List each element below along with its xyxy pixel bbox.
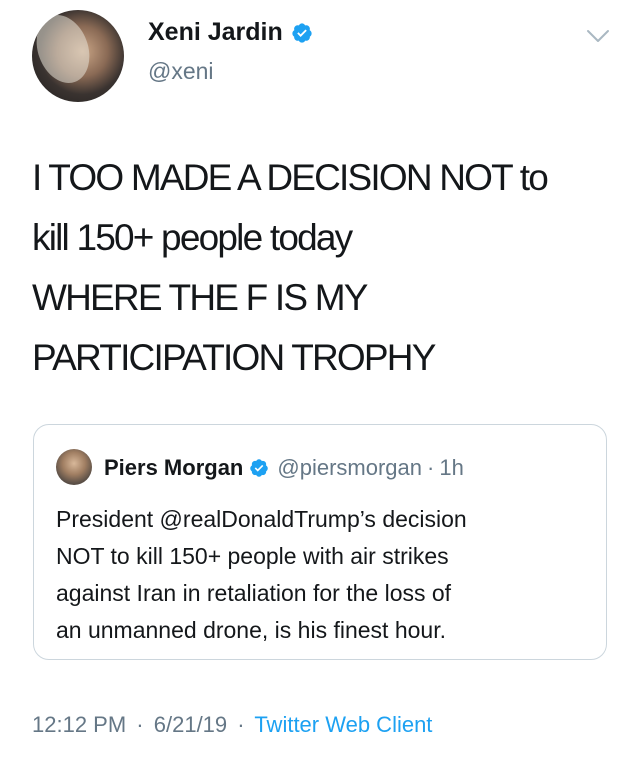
quoted-time-ago: 1h: [439, 455, 464, 480]
tweet-meta: 12:12 PM · 6/21/19 · Twitter Web Client: [32, 712, 432, 738]
quoted-author-display-name: Piers Morgan: [104, 455, 244, 480]
quoted-tweet-text: President @realDonaldTrump’s decision NO…: [56, 506, 467, 643]
tweet-time[interactable]: 12:12 PM: [32, 712, 126, 737]
tweet-text: I TOO MADE A DECISION NOT to kill 150+ p…: [32, 157, 549, 378]
quoted-author-handle: @piersmorgan: [277, 455, 422, 480]
quoted-tweet-header: Piers Morgan @piersmorgan · 1h: [104, 455, 464, 481]
author-avatar[interactable]: [32, 10, 124, 102]
author-display-name[interactable]: Xeni Jardin: [148, 18, 283, 47]
chevron-down-icon[interactable]: [586, 28, 610, 44]
author-name-row: Xeni Jardin: [148, 18, 313, 47]
avatar-image: [32, 10, 99, 91]
quoted-separator: ·: [427, 455, 435, 480]
meta-separator: ·: [237, 712, 245, 737]
quoted-author-avatar: [56, 449, 92, 485]
author-handle[interactable]: @xeni: [148, 58, 214, 85]
tweet-source-link[interactable]: Twitter Web Client: [254, 712, 432, 737]
tweet-date[interactable]: 6/21/19: [154, 712, 227, 737]
verified-badge-icon: [292, 22, 312, 43]
quoted-tweet-card[interactable]: Piers Morgan @piersmorgan · 1h President…: [33, 424, 607, 660]
verified-badge-icon: [250, 459, 269, 477]
meta-separator: ·: [136, 712, 144, 737]
